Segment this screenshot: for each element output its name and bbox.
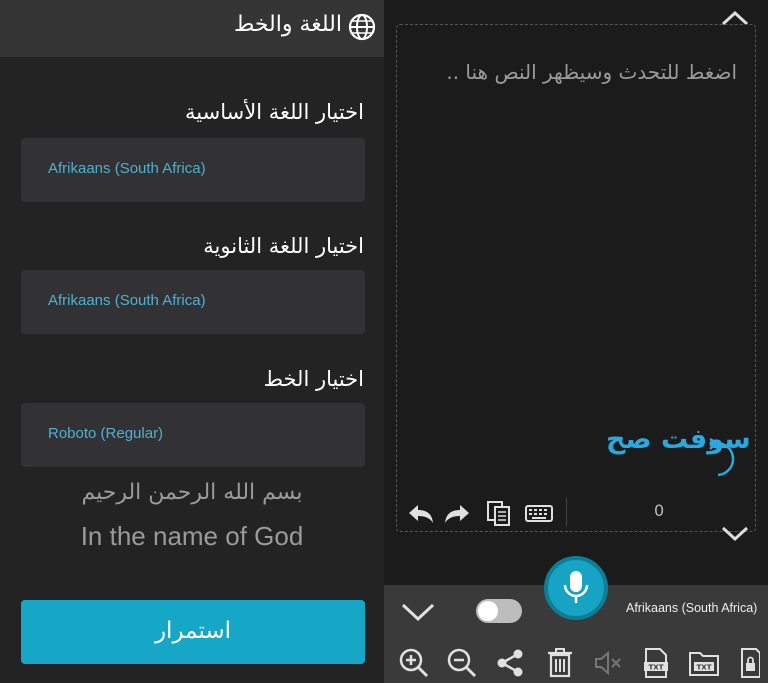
mode-toggle[interactable] <box>476 599 522 623</box>
font-label: اختيار الخط <box>263 367 364 391</box>
undo-icon[interactable] <box>406 498 436 528</box>
text-placeholder: اضغط للتحدث وسيظهر النص هنا .. <box>446 60 737 84</box>
word-count: 0 <box>654 501 665 520</box>
svg-text:TXT: TXT <box>697 664 712 672</box>
globe-icon <box>348 13 376 41</box>
microphone-button[interactable] <box>544 556 608 620</box>
settings-header: اللغة والخط <box>0 0 384 57</box>
txt-file-icon[interactable]: TXT <box>640 647 672 679</box>
chevron-down-icon[interactable] <box>720 524 750 544</box>
microphone-icon <box>563 571 589 603</box>
current-language-label[interactable]: Afrikaans (South Africa) <box>626 601 757 615</box>
settings-title: اللغة والخط <box>233 12 342 37</box>
mute-icon[interactable] <box>592 647 624 679</box>
toolbar-divider <box>566 498 567 526</box>
svg-text:TXT: TXT <box>649 664 664 672</box>
font-select[interactable]: Roboto (Regular) <box>21 403 365 467</box>
share-icon[interactable] <box>494 647 526 679</box>
redo-icon[interactable] <box>442 498 472 528</box>
primary-language-value: Afrikaans (South Africa) <box>48 160 206 177</box>
continue-button[interactable]: استمرار <box>21 600 365 664</box>
font-preview-arabic: بسم الله الرحمن الرحيم <box>81 480 303 505</box>
keyboard-icon[interactable] <box>524 498 554 528</box>
font-value: Roboto (Regular) <box>48 425 164 442</box>
trash-icon[interactable] <box>544 647 576 679</box>
editor-toolbar: 0 <box>396 492 756 532</box>
settings-panel: اللغة والخط اختيار اللغة الأساسية Afrika… <box>0 0 384 683</box>
logo-arrow-icon <box>709 437 735 477</box>
toggle-knob <box>478 601 498 621</box>
copy-icon[interactable] <box>484 498 514 528</box>
speech-text-area[interactable]: اضغط للتحدث وسيظهر النص هنا .. <box>396 24 756 532</box>
primary-language-label: اختيار اللغة الأساسية <box>185 100 364 124</box>
txt-folder-icon[interactable]: TXT <box>688 647 720 679</box>
secondary-language-value: Afrikaans (South Africa) <box>48 292 206 309</box>
lock-file-icon[interactable] <box>736 647 760 679</box>
secondary-language-label: اختيار اللغة الثانوية <box>203 234 364 258</box>
zoom-out-icon[interactable] <box>446 647 478 679</box>
primary-language-select[interactable]: Afrikaans (South Africa) <box>21 138 365 202</box>
secondary-language-select[interactable]: Afrikaans (South Africa) <box>21 270 365 334</box>
font-preview-english: In the name of God <box>80 521 304 551</box>
zoom-in-icon[interactable] <box>398 647 430 679</box>
collapse-chevron-icon[interactable] <box>400 601 436 623</box>
editor-panel: اضغط للتحدث وسيظهر النص هنا .. سوفت صح 0… <box>384 0 768 683</box>
